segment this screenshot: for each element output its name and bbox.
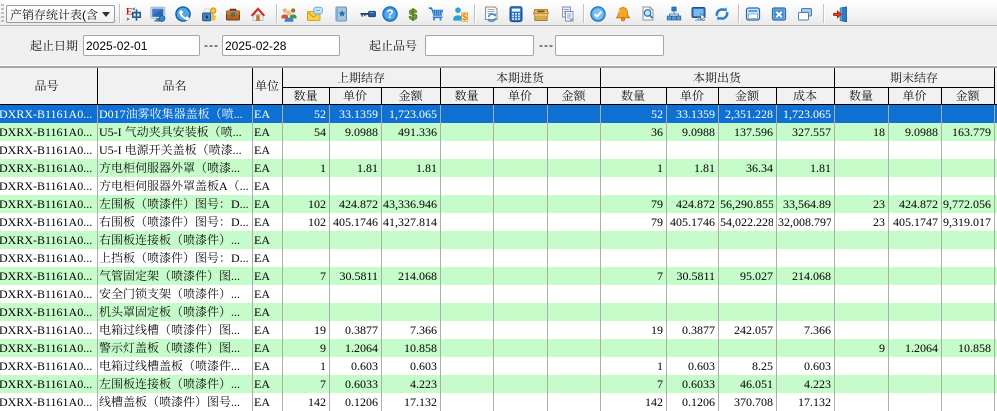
svg-text:$: $ — [462, 12, 468, 23]
svg-text:?: ? — [386, 9, 393, 21]
svg-text:E: E — [126, 8, 132, 18]
svg-text:$: $ — [409, 7, 418, 24]
